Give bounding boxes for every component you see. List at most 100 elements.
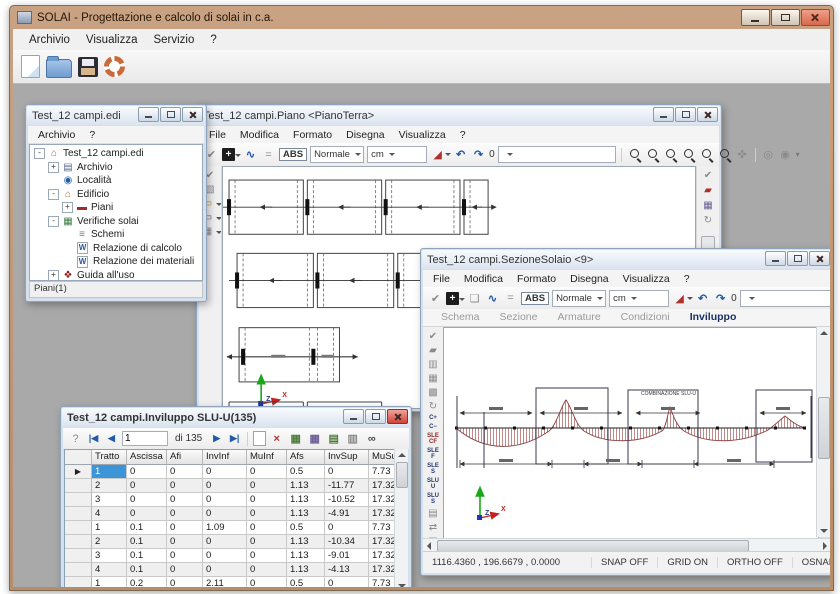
menu-item-visualizza[interactable]: Visualizza: [392, 127, 453, 143]
close-button[interactable]: [387, 409, 408, 424]
export-table-icon[interactable]: ▦: [307, 431, 322, 446]
maximize-button[interactable]: [365, 409, 386, 424]
first-record-icon[interactable]: |◀: [86, 431, 101, 446]
style-combo[interactable]: Normale: [310, 146, 364, 163]
grid-toggle[interactable]: GRID ON: [657, 557, 717, 568]
row-selector[interactable]: [65, 493, 92, 507]
cell[interactable]: 0: [127, 465, 167, 479]
table-row[interactable]: 400001.13-4.9117.320.82: [65, 507, 394, 521]
record-number-input[interactable]: [122, 431, 168, 446]
scroll-down-icon[interactable]: [820, 529, 828, 533]
cell[interactable]: 0: [167, 563, 203, 577]
tree-item-test-12-campi-edi[interactable]: -⌂Test_12 campi.edi: [30, 147, 202, 161]
table-row[interactable]: ▶100000.507.731.13: [65, 465, 394, 479]
cell[interactable]: 0: [203, 507, 247, 521]
scrollbar-thumb[interactable]: [818, 397, 830, 459]
menu-item-disegna[interactable]: Disegna: [339, 127, 392, 143]
rotate-icon[interactable]: ↻: [425, 400, 441, 413]
tree-item-piani[interactable]: +▬Piani: [30, 201, 202, 215]
cell[interactable]: 7.73: [369, 465, 395, 479]
cell[interactable]: 0: [127, 507, 167, 521]
scroll-left-icon[interactable]: [427, 542, 431, 550]
cell[interactable]: 2: [92, 479, 127, 493]
cell[interactable]: 1: [92, 521, 127, 535]
swap-icon[interactable]: ⇄: [425, 521, 441, 534]
menu-item-servizio[interactable]: Servizio: [145, 31, 202, 49]
sle-cf-button[interactable]: SLECF: [427, 433, 439, 445]
cell[interactable]: 0: [167, 493, 203, 507]
minimize-button[interactable]: [741, 9, 770, 26]
table-row[interactable]: 10.101.0900.507.731.06: [65, 521, 394, 535]
row-selector[interactable]: [65, 577, 92, 587]
piano-titlebar[interactable]: Test_12 campi.Piano <PianoTerra>: [198, 106, 720, 125]
cell[interactable]: 0: [203, 493, 247, 507]
cell[interactable]: -11.77: [325, 479, 369, 493]
cell[interactable]: 0: [167, 507, 203, 521]
cell[interactable]: 0: [247, 549, 287, 563]
align-icon[interactable]: =: [503, 291, 518, 306]
rotate-icon[interactable]: ↻: [700, 214, 716, 227]
row-selector[interactable]: [65, 535, 92, 549]
menu-item-[interactable]: ?: [677, 271, 697, 287]
cell[interactable]: 1.13: [287, 507, 325, 521]
cell[interactable]: 0: [203, 535, 247, 549]
redraw-icon[interactable]: ◎: [761, 147, 776, 162]
undo-icon[interactable]: ↶: [695, 291, 710, 306]
tree-expander-icon[interactable]: -: [48, 216, 59, 227]
table-row[interactable]: 200001.13-11.7717.321.47: [65, 479, 394, 493]
cell[interactable]: 2: [92, 535, 127, 549]
cell[interactable]: 1.13: [287, 535, 325, 549]
column-header-invinf[interactable]: InvInf: [203, 450, 247, 465]
tree-expander-icon[interactable]: -: [34, 148, 45, 159]
help-lifebuoy-icon[interactable]: [104, 56, 125, 77]
previous-record-icon[interactable]: ◀: [104, 431, 119, 446]
cell[interactable]: 0: [167, 577, 203, 587]
cell[interactable]: 0.5: [287, 577, 325, 587]
table-row[interactable]: 30.10001.13-9.0117.321.47: [65, 549, 394, 563]
cell[interactable]: 3: [92, 549, 127, 563]
menu-item-disegna[interactable]: Disegna: [563, 271, 616, 287]
angle-icon[interactable]: ◢: [672, 291, 687, 306]
tree-item-localit[interactable]: ◉Località: [30, 174, 202, 188]
minimize-button[interactable]: [343, 409, 364, 424]
cell[interactable]: 0: [247, 577, 287, 587]
tree-expander-icon[interactable]: +: [48, 162, 59, 173]
cell[interactable]: 0: [203, 479, 247, 493]
unit-combo[interactable]: cm: [609, 290, 669, 307]
print-icon[interactable]: ▤: [326, 431, 341, 446]
cell[interactable]: 0: [325, 577, 369, 587]
column-header-afs[interactable]: Afs: [287, 450, 325, 465]
eraser-icon[interactable]: ▰: [425, 344, 441, 357]
cell[interactable]: 7.73: [369, 577, 395, 587]
tree-item-edificio[interactable]: -⌂Edificio: [30, 188, 202, 202]
cell[interactable]: -4.13: [325, 563, 369, 577]
cell[interactable]: 0: [167, 465, 203, 479]
cell[interactable]: 0.2: [127, 577, 167, 587]
cell[interactable]: 17.32: [369, 563, 395, 577]
slu-s-button[interactable]: SLUS: [427, 493, 439, 505]
table-icon[interactable]: ▦: [700, 199, 716, 212]
menu-item-formato[interactable]: Formato: [286, 127, 339, 143]
menu-item-archivio[interactable]: Archivio: [21, 31, 78, 49]
snap-toggle[interactable]: SNAP OFF: [591, 557, 657, 568]
close-button[interactable]: [801, 9, 830, 26]
tree-item-relazione-di-calcolo[interactable]: WRelazione di calcolo: [30, 242, 202, 256]
cell[interactable]: 0: [325, 521, 369, 535]
menu-item-visualizza[interactable]: Visualizza: [78, 31, 146, 49]
abs-button[interactable]: ABS: [279, 148, 307, 161]
minimize-button[interactable]: [138, 107, 159, 122]
menu-item-[interactable]: ?: [453, 127, 473, 143]
cell[interactable]: 0: [203, 563, 247, 577]
cell[interactable]: 0.1: [127, 549, 167, 563]
column-header-tratto[interactable]: Tratto: [92, 450, 127, 465]
main-titlebar[interactable]: SOLAI - Progettazione e calcolo di solai…: [10, 6, 833, 29]
cell[interactable]: 0: [247, 563, 287, 577]
help-icon[interactable]: ?: [68, 431, 83, 446]
apply-icon[interactable]: ✔: [428, 291, 443, 306]
angle-icon[interactable]: ◢: [430, 147, 445, 162]
new-file-icon[interactable]: [21, 55, 40, 78]
cell[interactable]: 17.32: [369, 493, 395, 507]
pan-icon[interactable]: ✜: [735, 147, 750, 162]
ortho-toggle[interactable]: ORTHO OFF: [717, 557, 792, 568]
vertical-scrollbar[interactable]: [394, 449, 408, 587]
